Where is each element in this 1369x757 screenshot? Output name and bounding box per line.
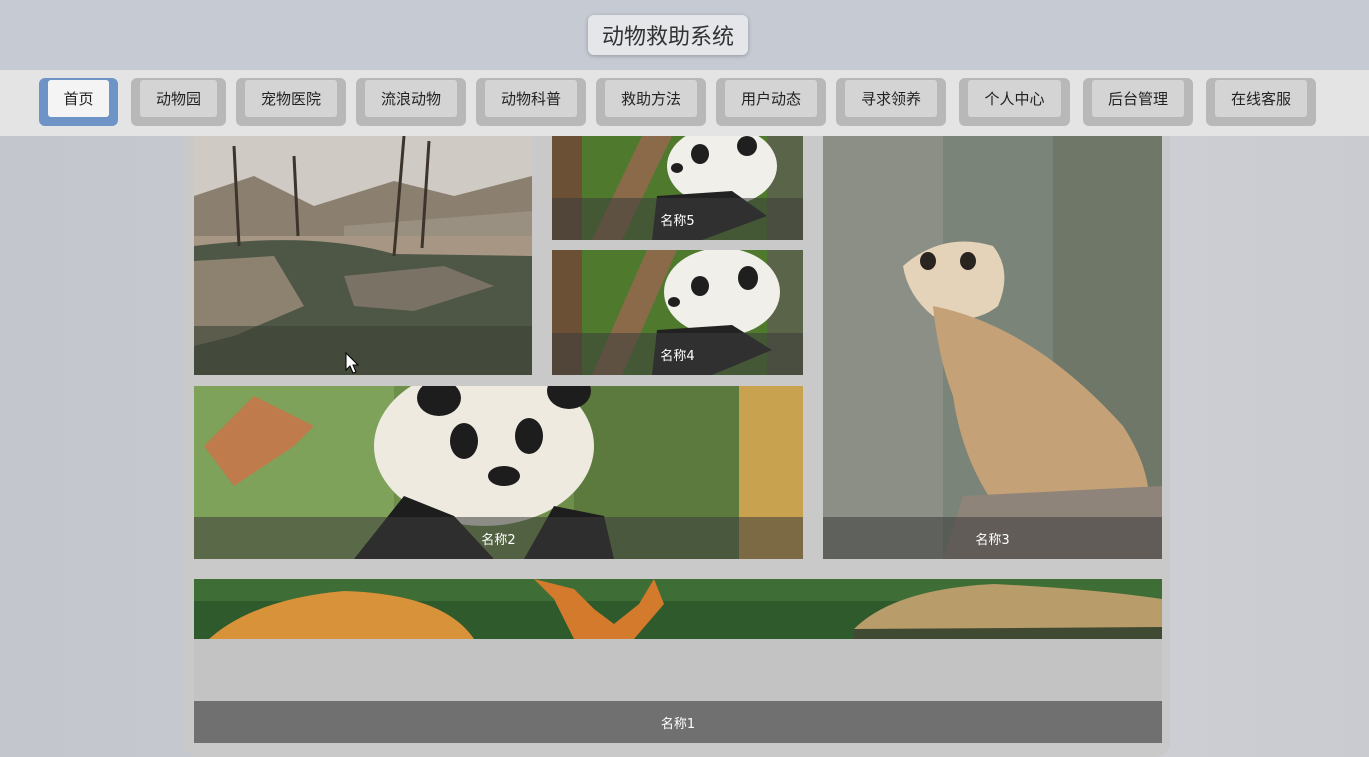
header-bar: 动物救助系统 xyxy=(0,0,1369,71)
tile-caption: 名称4 xyxy=(552,333,803,375)
gallery-tile-zoo[interactable] xyxy=(194,136,532,375)
gallery-tile[interactable]: 名称3 xyxy=(823,136,1162,559)
mouse-cursor-icon xyxy=(345,352,359,374)
nav-label: 个人中心 xyxy=(968,80,1061,117)
nav-item-rescue-methods[interactable]: 救助方法 xyxy=(596,78,706,126)
nav-item-online-service[interactable]: 在线客服 xyxy=(1206,78,1316,126)
nav-item-stray-animals[interactable]: 流浪动物 xyxy=(356,78,466,126)
tile-caption: 名称3 xyxy=(823,517,1162,559)
nav-label: 后台管理 xyxy=(1092,80,1184,117)
nav-item-personal-center[interactable]: 个人中心 xyxy=(959,78,1070,126)
nav-item-admin[interactable]: 后台管理 xyxy=(1083,78,1193,126)
nav-item-pet-hospital[interactable]: 宠物医院 xyxy=(236,78,346,126)
nav-label: 在线客服 xyxy=(1215,80,1307,117)
meerkat-image xyxy=(823,136,1162,559)
gallery-tile[interactable]: 名称5 xyxy=(552,136,803,240)
nav-label: 宠物医院 xyxy=(245,80,337,117)
nav-item-home[interactable]: 首页 xyxy=(39,78,118,126)
main-nav: 首页 动物园 宠物医院 流浪动物 动物科普 救助方法 用户动态 寻求领养 个人中… xyxy=(0,70,1369,136)
nav-label: 动物园 xyxy=(140,80,217,117)
site-title: 动物救助系统 xyxy=(588,15,748,55)
nav-item-zoo[interactable]: 动物园 xyxy=(131,78,226,126)
nav-item-animal-science[interactable]: 动物科普 xyxy=(476,78,586,126)
nav-label: 用户动态 xyxy=(725,80,817,117)
nav-label: 动物科普 xyxy=(485,80,577,117)
zoo-pond-image xyxy=(194,136,532,375)
nav-label: 救助方法 xyxy=(605,80,697,117)
nav-label: 寻求领养 xyxy=(845,80,937,117)
gallery-tile[interactable]: 名称2 xyxy=(194,386,803,559)
tile-caption: 名称2 xyxy=(194,517,803,559)
gallery-tile[interactable]: 名称1 xyxy=(194,579,1162,743)
deer-image xyxy=(194,579,1162,639)
nav-item-adoption[interactable]: 寻求领养 xyxy=(836,78,946,126)
nav-label: 流浪动物 xyxy=(365,80,457,117)
tile-caption: 名称1 xyxy=(194,701,1162,743)
nav-label: 首页 xyxy=(48,80,109,117)
nav-item-user-activity[interactable]: 用户动态 xyxy=(716,78,826,126)
gallery-tile[interactable]: 名称4 xyxy=(552,250,803,375)
tile-caption: 名称5 xyxy=(552,198,803,240)
